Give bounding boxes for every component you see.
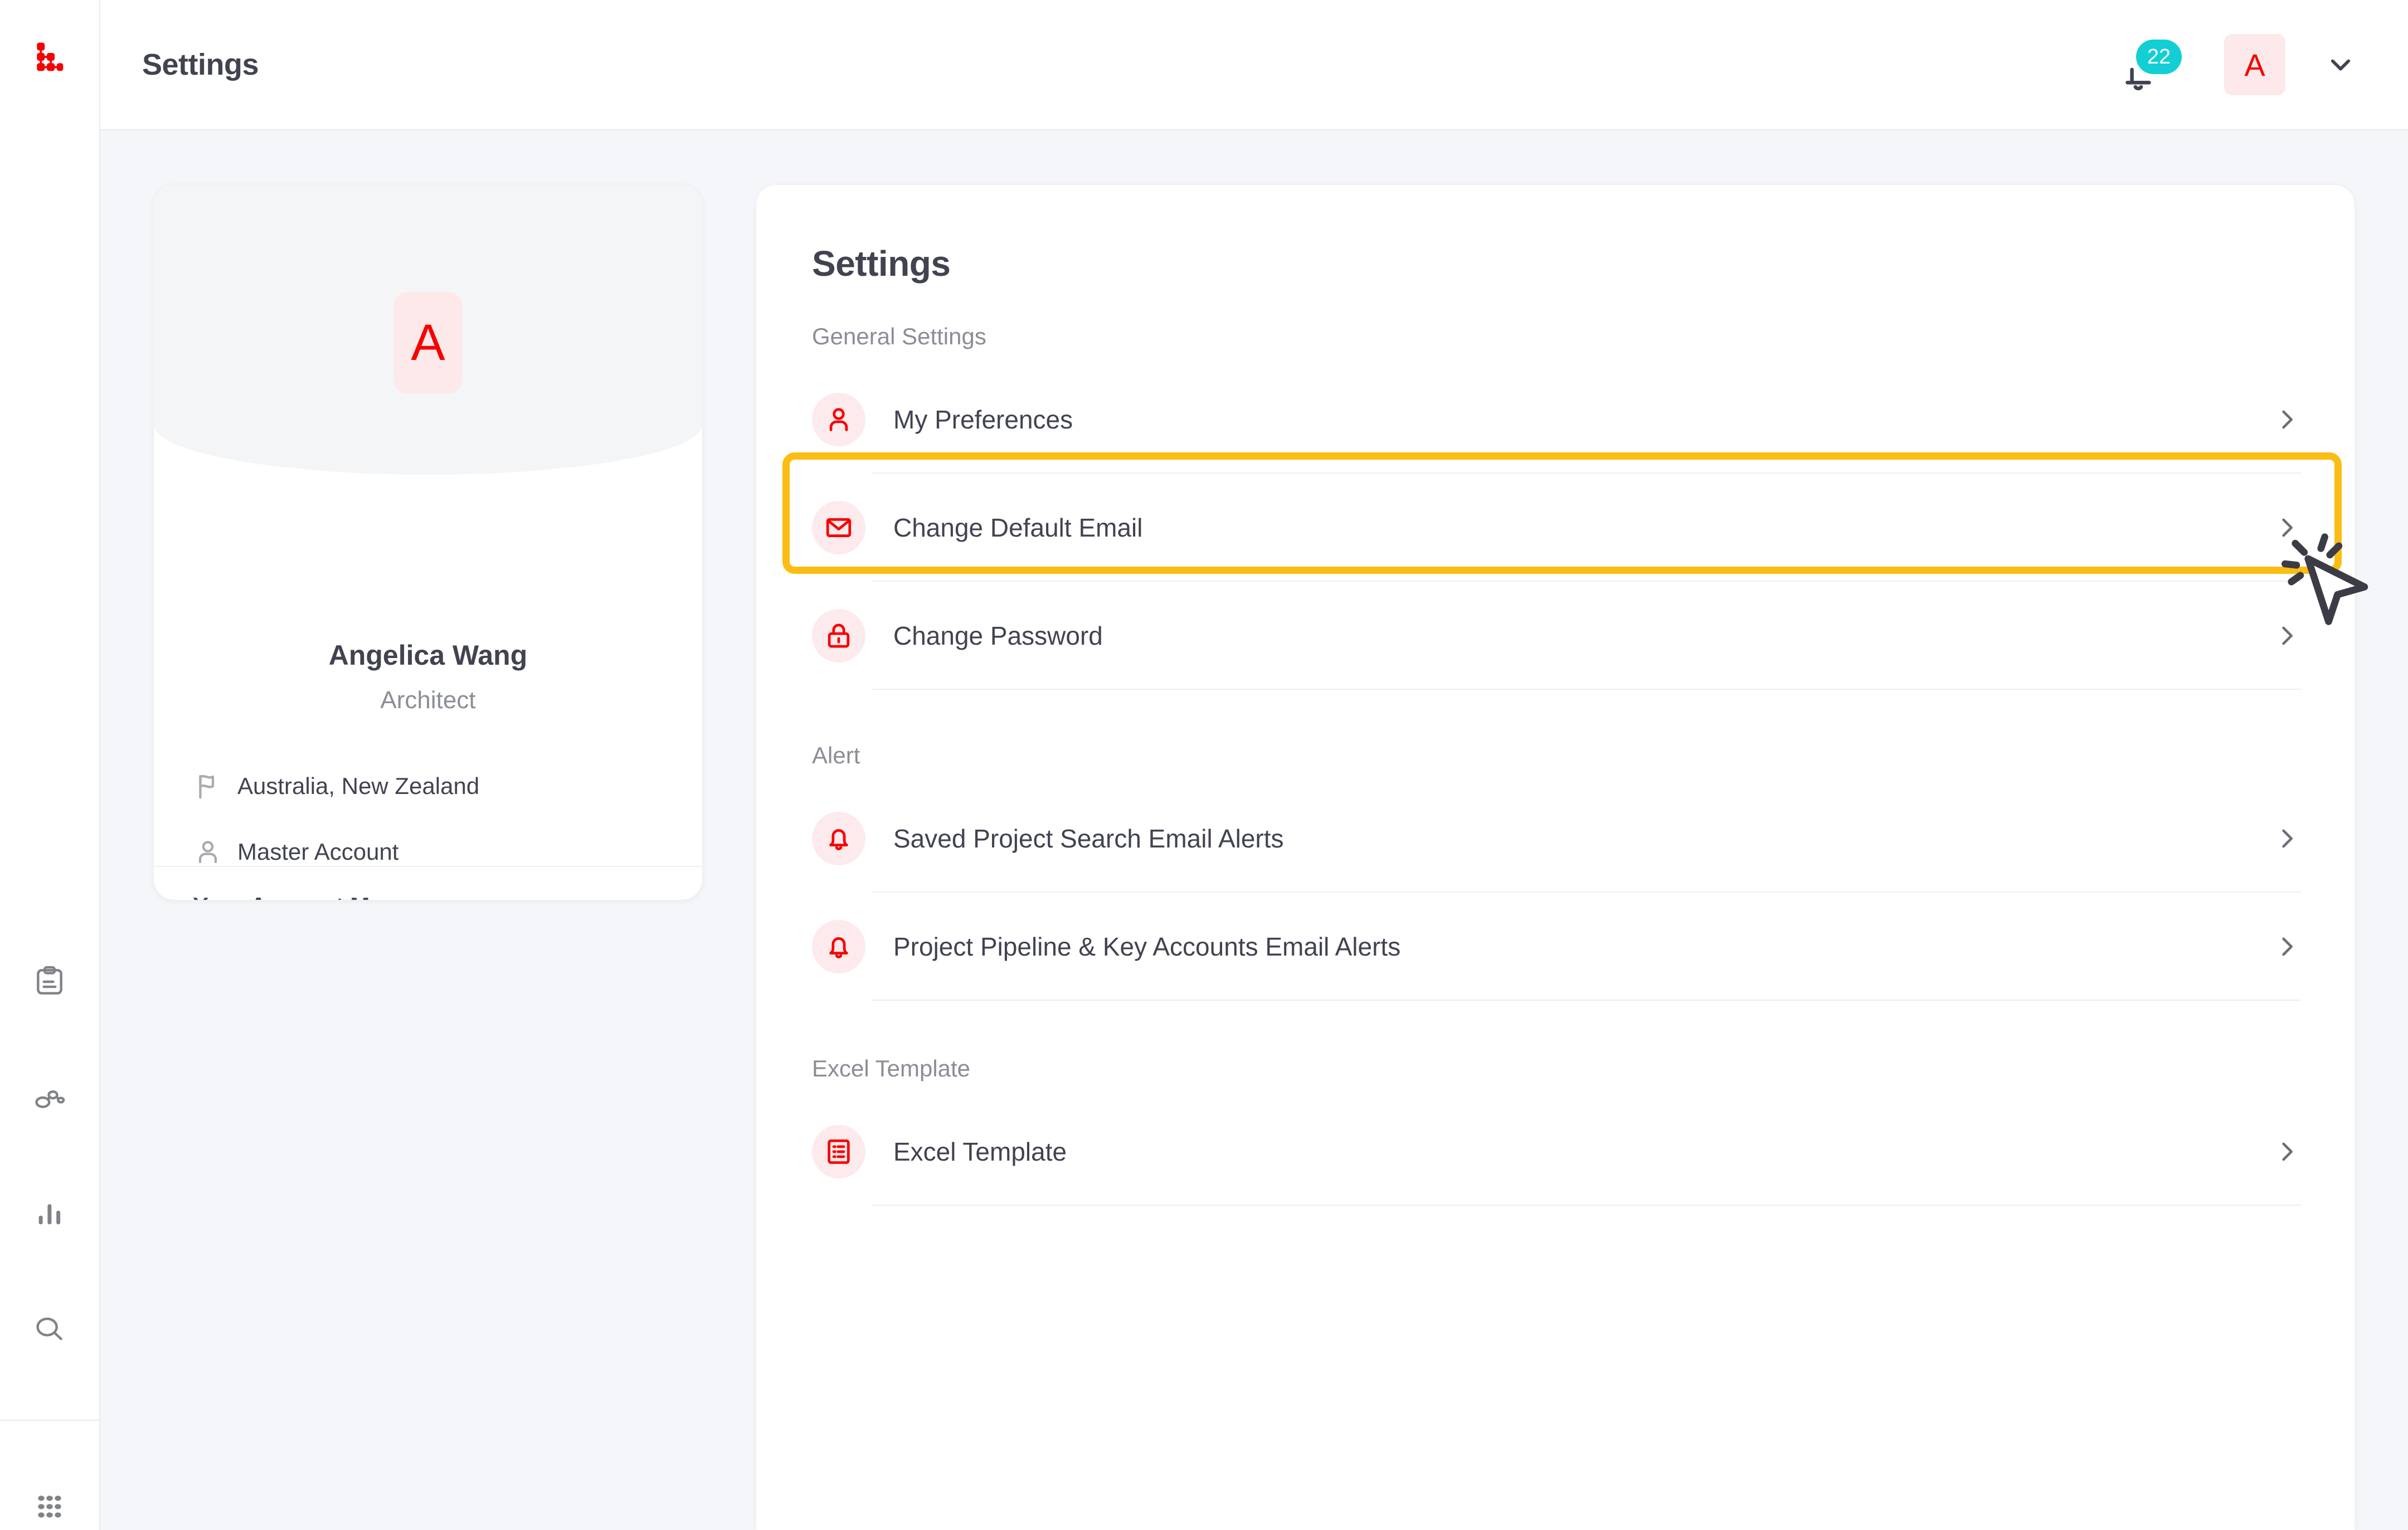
top-header-bar: Settings 22 A [100, 0, 2408, 130]
person-icon [812, 393, 865, 446]
profile-meta-region: Australia, New Zealand [154, 753, 702, 819]
settings-group-excel-template: Excel Template Excel Template [756, 1055, 2355, 1206]
group-label-alert: Alert [812, 742, 860, 768]
settings-row-project-pipeline-alerts[interactable]: Project Pipeline & Key Accounts Email Al… [756, 893, 2355, 1001]
settings-group-alert: Alert Saved Project Search Email Alerts [756, 742, 2355, 1001]
bell-icon [812, 812, 865, 865]
clipboard-icon [37, 966, 62, 995]
sidebar-item-analytics[interactable] [23, 1187, 76, 1240]
profile-divider [154, 866, 702, 867]
row-divider [872, 689, 2301, 690]
settings-row-saved-project-search-alerts[interactable]: Saved Project Search Email Alerts [756, 785, 2355, 893]
settings-row-excel-template[interactable]: Excel Template [756, 1098, 2355, 1206]
chevron-right-icon [2272, 513, 2301, 542]
bar-chart-icon [38, 1204, 61, 1225]
user-menu-button[interactable] [2323, 47, 2358, 82]
profile-role: Architect [380, 686, 476, 714]
left-sidebar [0, 0, 100, 1530]
row-divider [872, 1205, 2301, 1206]
profile-name: Angelica Wang [328, 640, 528, 671]
network-nodes-icon [35, 1090, 65, 1109]
sidebar-item-apps[interactable] [23, 1483, 76, 1530]
chevron-down-icon [2331, 59, 2351, 71]
settings-row-change-password[interactable]: Change Password [756, 582, 2355, 690]
chevron-right-icon [2272, 932, 2301, 961]
chevron-right-icon [2272, 405, 2301, 434]
envelope-icon [812, 501, 865, 554]
account-manager-block: Your Account Manager Account Manager you… [193, 893, 672, 900]
settings-row-label: Change Default Email [893, 513, 1143, 542]
user-avatar[interactable]: A [2224, 34, 2285, 95]
settings-heading: Settings [812, 243, 951, 284]
app-root: Settings 22 A A Angelica Wang Architect … [0, 0, 2408, 1530]
group-label-excel-template: Excel Template [812, 1055, 971, 1081]
settings-row-change-default-email[interactable]: Change Default Email [756, 474, 2355, 582]
lock-icon [812, 609, 865, 662]
chevron-right-icon [2272, 1137, 2301, 1166]
search-icon [36, 1318, 62, 1341]
notifications-button[interactable]: 22 [2105, 34, 2182, 95]
chevron-right-icon [2272, 824, 2301, 853]
person-icon [193, 837, 233, 867]
profile-meta-account-type: Master Account [154, 819, 702, 885]
profile-account-type-text: Master Account [237, 839, 399, 865]
settings-row-label: My Preferences [893, 405, 1073, 434]
chevron-right-icon [2272, 621, 2301, 650]
sidebar-divider [0, 1420, 100, 1421]
sidebar-item-companies[interactable] [23, 1071, 76, 1124]
header-actions: 22 A [2105, 34, 2358, 95]
list-doc-icon [812, 1125, 865, 1178]
settings-panel: Settings General Settings My Preferences [756, 185, 2355, 1530]
group-label-general: General Settings [812, 323, 986, 349]
app-logo[interactable] [0, 0, 100, 114]
page-title: Settings [142, 48, 259, 81]
account-manager-heading: Your Account Manager [193, 893, 672, 900]
settings-row-label: Saved Project Search Email Alerts [893, 824, 1284, 853]
settings-row-label: Project Pipeline & Key Accounts Email Al… [893, 932, 1401, 961]
profile-meta-list: Australia, New Zealand Master Account [154, 753, 702, 885]
notification-count-badge: 22 [2136, 40, 2182, 74]
profile-card: A Angelica Wang Architect Australia, New… [154, 185, 702, 900]
sidebar-nav [23, 955, 76, 1356]
bci-nodes-logo-icon [37, 42, 64, 71]
grid-apps-icon [38, 1495, 61, 1518]
profile-avatar: A [394, 292, 462, 393]
settings-row-label: Change Password [893, 621, 1103, 650]
sidebar-item-search[interactable] [23, 1303, 76, 1356]
settings-group-general: General Settings My Preferences Change D… [756, 323, 2355, 690]
profile-region-text: Australia, New Zealand [237, 773, 480, 799]
bell-icon [812, 920, 865, 973]
sidebar-item-projects[interactable] [23, 955, 76, 1008]
flag-icon [193, 771, 233, 801]
settings-row-my-preferences[interactable]: My Preferences [756, 366, 2355, 474]
row-divider [872, 1000, 2301, 1001]
settings-row-label: Excel Template [893, 1137, 1067, 1166]
